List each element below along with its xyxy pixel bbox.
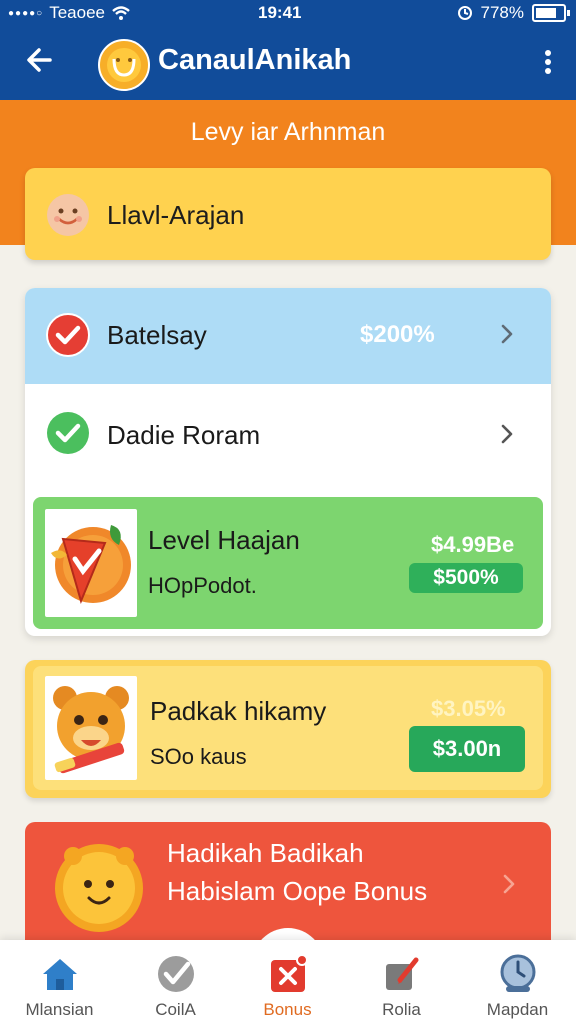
signal-icon: ●●●●○	[8, 7, 44, 19]
nav-label: CoilA	[155, 1000, 196, 1019]
featured-subtitle: HOpPodot.	[148, 573, 257, 598]
list-item-batelsay[interactable]: Batelsay $200%	[25, 288, 551, 384]
status-left: ●●●●○ Teaoee	[8, 3, 131, 23]
nav-item-home[interactable]: Mlansian	[2, 940, 117, 1024]
list-item-label: Batelsay	[107, 320, 207, 350]
smiley-face-icon	[47, 194, 89, 236]
home-icon	[43, 959, 77, 990]
carrier-name: Teaoee	[49, 3, 105, 22]
clock-person-icon	[500, 954, 536, 992]
offer-title: Padkak hikamy	[150, 696, 327, 726]
offer-price: $3.05%	[431, 696, 506, 721]
chevron-right-icon	[503, 874, 515, 894]
bonus-line-2: Habislam Oope Bonus	[167, 876, 428, 906]
app-bar: CanaulAnikah	[0, 26, 576, 100]
status-bar: ●●●●○ Teaoee 19:41 778%	[0, 0, 576, 26]
featured-item[interactable]: Level Haajan HOpPodot. $4.99Be $500%	[33, 497, 543, 629]
offer-buy-button[interactable]: $3.00n	[409, 726, 525, 772]
nav-item-coila[interactable]: CoilA	[118, 940, 233, 1024]
smiley-logo-icon	[107, 48, 141, 82]
list-item-dadie-roram[interactable]: Dadie Roram	[25, 384, 551, 484]
level-card-label: Llavl-Arajan	[107, 200, 245, 230]
offer-inner: Padkak hikamy SOo kaus $3.05% $3.00n	[33, 666, 543, 790]
app-logo	[98, 39, 150, 91]
nav-item-mapdan[interactable]: Mapdan	[460, 940, 575, 1024]
battery-percent: 778%	[480, 3, 524, 22]
list-card: Batelsay $200% Dadie Roram Level Haajan …	[25, 288, 551, 636]
status-right: 778%	[457, 3, 570, 23]
nav-item-bonus[interactable]: Bonus	[230, 940, 345, 1024]
fruit-badge-icon	[51, 525, 131, 605]
app-title: CanaulAnikah	[158, 44, 352, 76]
alarm-icon	[457, 6, 472, 20]
green-check-icon	[47, 412, 89, 454]
red-check-icon	[46, 313, 90, 357]
nav-label: Bonus	[263, 1000, 312, 1019]
back-arrow-icon[interactable]	[22, 42, 58, 78]
featured-price: $4.99Be	[431, 532, 515, 557]
wifi-icon	[112, 6, 130, 20]
checkmark-badge-icon	[158, 956, 194, 992]
list-item-amount: $200%	[360, 321, 435, 348]
chevron-right-icon	[501, 424, 513, 444]
battery-icon	[532, 4, 570, 22]
more-vertical-icon[interactable]	[538, 44, 558, 80]
gift-x-icon	[271, 954, 308, 992]
offer-card[interactable]: Padkak hikamy SOo kaus $3.05% $3.00n	[25, 660, 551, 798]
nav-label: Rolia	[382, 1000, 421, 1019]
coin-mascot-icon	[55, 844, 143, 932]
nav-label: Mapdan	[486, 1000, 549, 1019]
edit-pencil-icon	[386, 957, 419, 990]
featured-title: Level Haajan	[148, 525, 300, 555]
banner-title: Levy iar Arhnman	[190, 118, 386, 146]
list-item-label: Dadie Roram	[107, 420, 261, 450]
nav-item-rolia[interactable]: Rolia	[344, 940, 459, 1024]
chevron-right-icon	[501, 324, 513, 344]
offer-image	[45, 676, 137, 780]
featured-buy-button[interactable]: $500%	[409, 563, 523, 593]
bonus-line-1: Hadikah Badikah	[167, 838, 364, 868]
bear-mascot-icon	[53, 686, 129, 774]
offer-subtitle: SOo kaus	[150, 744, 247, 769]
level-card[interactable]: Llavl-Arajan	[25, 168, 551, 260]
product-image	[45, 509, 137, 617]
status-time: 19:41	[258, 3, 302, 22]
nav-label: Mlansian	[25, 1000, 94, 1019]
bottom-nav: Mlansian CoilA Bonus Rolia Mapdan	[0, 940, 576, 1024]
